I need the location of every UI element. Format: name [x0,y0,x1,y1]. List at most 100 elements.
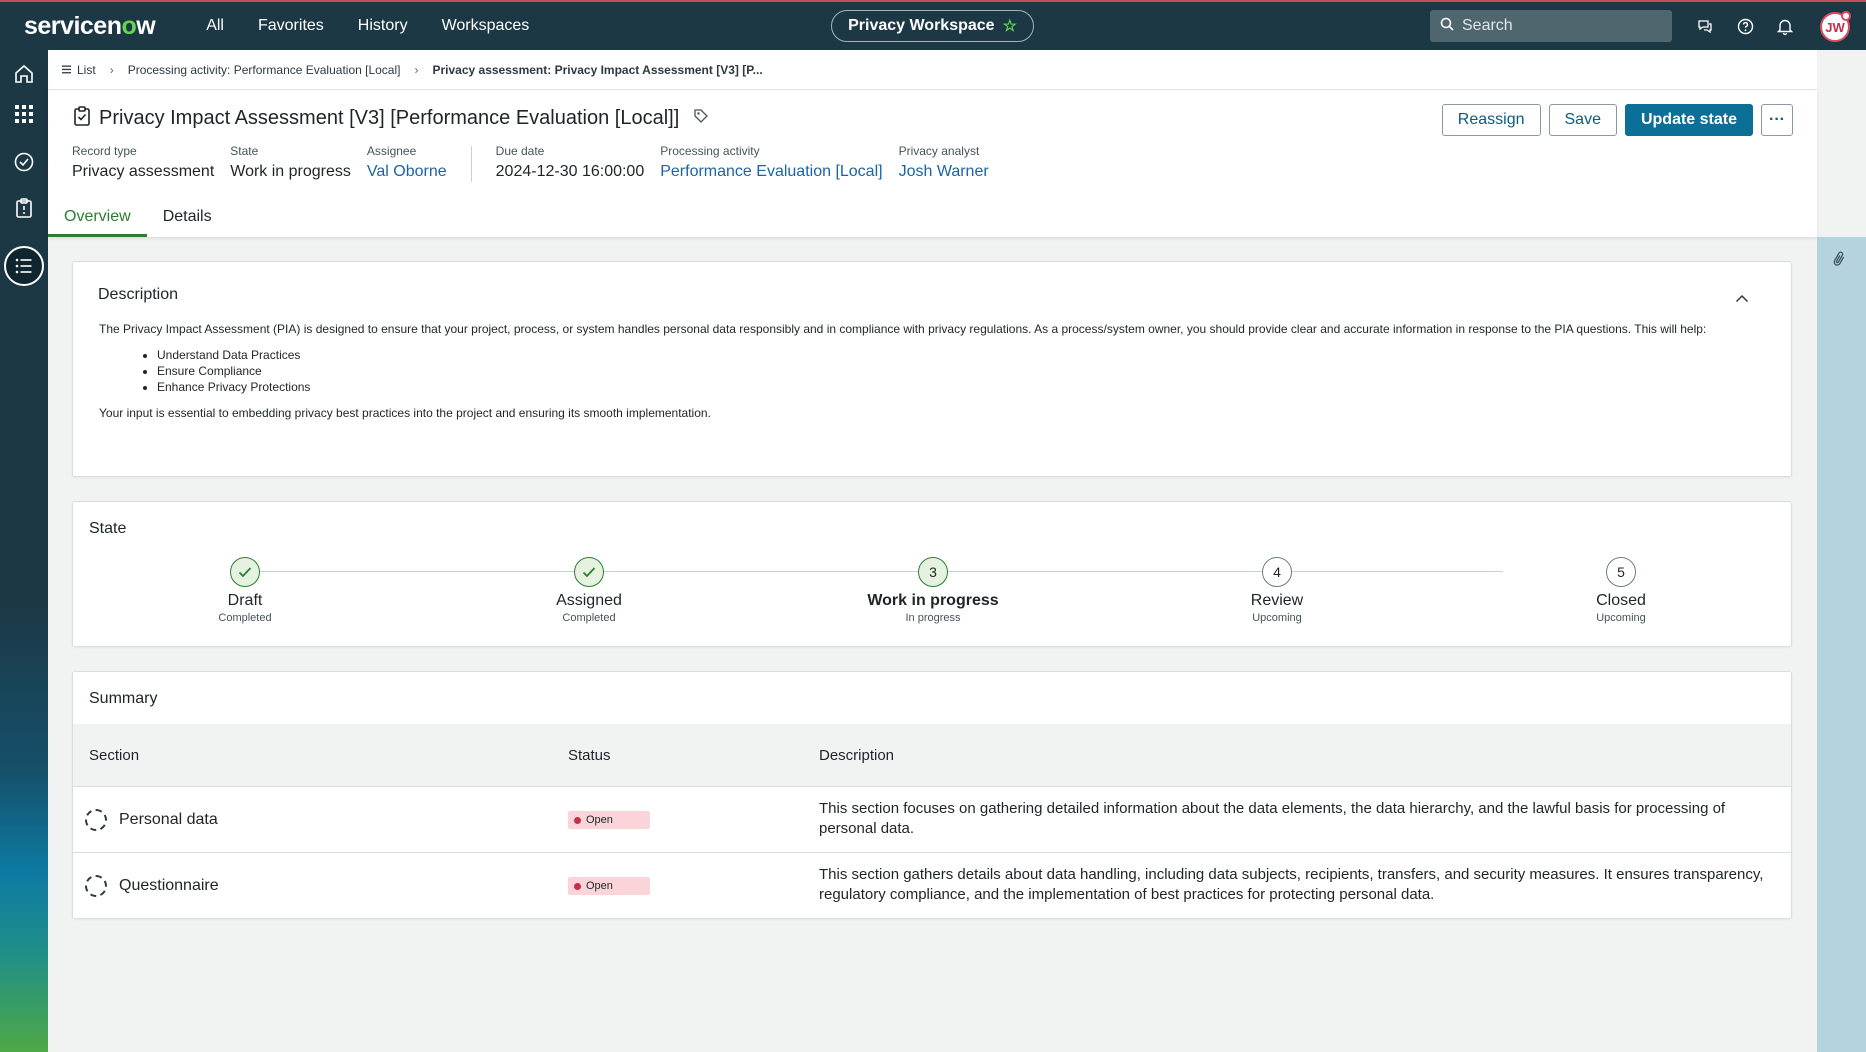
record-actions: Reassign Save Update state ··· [1441,104,1793,136]
table-row[interactable]: Questionnaire Open This section gathers … [73,852,1791,918]
field-assignee: Assignee Val Oborne [367,144,447,182]
field-label: Privacy analyst [898,144,980,158]
checkmark-icon [574,557,604,587]
description-cell: This section focuses on gathering detail… [819,800,1726,837]
description-outro: Your input is essential to embedding pri… [99,406,711,420]
breadcrumb-list[interactable]: List [62,63,96,77]
field-value: 2024-12-30 16:00:00 [495,163,645,180]
section-cell[interactable]: Questionnaire [85,875,219,897]
step-draft: Draft Completed [145,557,345,624]
field-label: Due date [495,144,545,158]
field-record-type: Record type Privacy assessment [72,144,214,182]
description-intro: The Privacy Impact Assessment (PIA) is d… [99,322,1707,336]
workspace-name: Privacy Workspace [848,17,995,34]
chevron-right-icon: › [414,62,419,77]
reassign-button[interactable]: Reassign [1441,104,1541,136]
notifications-bell-icon[interactable] [1774,15,1796,37]
more-actions-button[interactable]: ··· [1761,104,1793,136]
chevron-up-icon[interactable] [1735,290,1749,308]
step-closed: 5 Closed Upcoming [1521,557,1721,624]
main-menu: All Favorites History Workspaces [189,2,546,50]
column-header-section[interactable]: Section [89,747,139,764]
avatar-initials: JW [1825,19,1845,35]
step-label: Assigned [556,592,622,609]
breadcrumb-current[interactable]: Privacy assessment: Privacy Impact Asses… [432,63,762,77]
list-item: Understand Data Practices [157,347,1779,363]
step-review: 4 Review Upcoming [1177,557,1377,624]
processing-activity-link[interactable]: Performance Evaluation [Local] [660,163,882,181]
field-label: Record type [72,144,137,158]
right-side-panel [1817,237,1866,1052]
menu-favorites[interactable]: Favorites [241,2,341,50]
step-number: 5 [1606,557,1636,587]
step-label: Work in progress [867,592,999,609]
list-icon[interactable] [12,254,36,278]
checkmark-icon [230,557,260,587]
left-app-rail [0,50,48,1052]
tag-icon[interactable] [693,108,709,129]
status-badge: Open [568,877,650,895]
presence-indicator [1841,11,1851,21]
description-bullets: Understand Data Practices Ensure Complia… [157,347,1779,395]
column-header-description[interactable]: Description [819,747,894,764]
record-fields: Record type Privacy assessment State Wor… [72,144,1005,182]
search-icon [1440,17,1454,36]
section-name-link[interactable]: Questionnaire [119,877,219,895]
description-title: Description [98,286,179,303]
step-assigned: Assigned Completed [489,557,689,624]
menu-workspaces[interactable]: Workspaces [425,2,547,50]
record-header: Privacy Impact Assessment [V3] [Performa… [48,90,1817,237]
section-name-link[interactable]: Personal data [119,811,218,829]
field-label: State [230,144,259,158]
apps-grid-icon[interactable] [12,102,36,126]
help-icon[interactable] [1734,15,1756,37]
table-row[interactable]: Personal data Open This section focuses … [73,786,1791,852]
tab-details[interactable]: Details [147,198,228,237]
menu-history[interactable]: History [341,2,425,50]
summary-title: Summary [89,690,158,707]
servicenow-logo[interactable]: servicenow [24,12,156,41]
update-state-button[interactable]: Update state [1624,104,1753,136]
global-search-input[interactable]: Search [1430,10,1672,42]
field-due-date: Due date 2024-12-30 16:00:00 [496,144,645,182]
status-dot-icon [574,882,581,890]
breadcrumb-processing-activity[interactable]: Processing activity: Performance Evaluat… [128,63,401,77]
field-processing-activity: Processing activity Performance Evaluati… [660,144,882,182]
check-circle-icon[interactable] [12,150,36,174]
assignee-link[interactable]: Val Oborne [367,163,447,181]
list-item: Ensure Compliance [157,363,1779,379]
user-avatar[interactable]: JW [1820,11,1851,42]
field-value: Work in progress [230,163,351,180]
chevron-right-icon: › [109,62,114,77]
breadcrumb: List › Processing activity: Performance … [48,50,1817,90]
description-body: The Privacy Impact Assessment (PIA) is d… [99,321,1779,421]
step-label: Closed [1596,592,1646,609]
field-label: Assignee [366,144,417,158]
description-card: Description The Privacy Impact Assessmen… [72,261,1792,477]
field-label: Processing activity [660,144,760,158]
workspace-switcher[interactable]: Privacy Workspace ☆ [831,10,1034,42]
save-button[interactable]: Save [1548,104,1617,136]
privacy-analyst-link[interactable]: Josh Warner [899,163,989,181]
step-number: 3 [918,557,948,587]
status-label: Open [586,880,613,892]
field-privacy-analyst: Privacy analyst Josh Warner [899,144,989,182]
step-status: Upcoming [1596,612,1646,624]
description-cell: This section gathers details about data … [819,866,1764,903]
record-tabs: Overview Details [48,198,228,237]
favorite-star-icon[interactable]: ☆ [1003,16,1017,36]
step-label: Review [1250,592,1304,609]
attachment-paperclip-icon[interactable] [1832,250,1846,273]
column-header-status[interactable]: Status [568,747,611,764]
step-status: Completed [562,612,616,624]
home-icon[interactable] [12,62,36,86]
step-work-in-progress: 3 Work in progress In progress [833,557,1033,624]
menu-all[interactable]: All [189,2,241,50]
clipboard-icon[interactable] [12,196,36,220]
chat-icon[interactable] [1694,15,1716,37]
tab-overview[interactable]: Overview [48,198,147,237]
list-menu-icon [62,63,71,77]
step-status: In progress [905,612,961,624]
state-stepper: Draft Completed Assigned Completed 3 Wor… [73,557,1793,637]
section-cell[interactable]: Personal data [85,809,218,831]
